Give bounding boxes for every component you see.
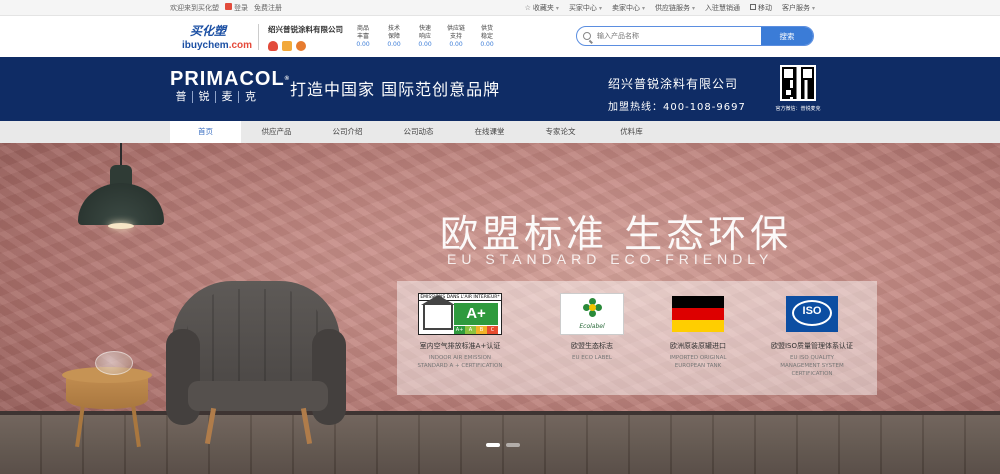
search-input[interactable] [597,27,761,45]
nav-item[interactable]: 专家论文 [525,121,596,143]
login-link[interactable]: 登录 [225,3,248,13]
company-name[interactable]: 绍兴普锐涂料有限公司 [268,24,343,35]
hero-slider: 欧盟标准 生态环保 EU STANDARD ECO-FRIENDLY ÉMISS… [0,143,1000,474]
aplus-icon: ÉMISSIONS DANS L'AIR INTÉRIEUR* A+ A+ A … [418,293,502,335]
stat-item: 供应链 支持 0.00 [446,25,465,48]
slider-dot[interactable] [506,443,520,447]
envelope-badge-icon [282,41,292,51]
logo-en: ibuychem.com [182,40,253,51]
company-stats: 商品 丰富 0.00 技术 保障 0.00 快速 响应 0.00 供应链 支持 0.00 供货 稳定 0.0… [352,25,498,49]
search-icon [577,27,597,45]
top-menu-item[interactable]: 入驻慧销通 [705,3,740,13]
hero-title: 欧盟标准 生态环保 [440,212,793,256]
shield-badge-icon [268,41,278,51]
divider [258,24,259,50]
cert-aplus: ÉMISSIONS DANS L'AIR INTÉRIEUR* A+ A+ A … [417,293,503,369]
nav-item[interactable]: 在线课堂 [454,121,525,143]
stat-item: 技术 保障 0.00 [387,25,401,48]
iso-icon: ISO [786,296,838,332]
cert-iso: ISO 欧盟ISO质量管理体系认证 EU ISO QUALITY MANAGEME… [757,293,867,378]
top-menu-item[interactable]: ☆ 收藏夹 ▾ [525,3,559,13]
top-menu-item[interactable]: 供应链服务 ▾ [655,3,695,13]
cert-ecolabel: Ecolabel 欧盟生态标志 EU ECO LABEL [537,293,647,362]
top-menu-item[interactable]: 移动 [749,3,772,13]
contact-block: 绍兴普锐涂料有限公司 加盟热线：400-108-9697 [608,75,746,113]
brand-en: PRIMACOL [170,68,285,90]
slider-dots [486,443,520,447]
cert-import: 欧洲原装原罐进口 IMPORTED ORIGINAL EUROPEAN TANK [643,293,753,370]
site-header: 买化塑 ibuychem.com 绍兴普锐涂料有限公司 商品 丰富 0.00 技术 保障… [0,16,1000,57]
stat-item: 商品 丰富 0.00 [356,25,370,48]
search-bar: 搜索 [576,26,814,46]
login-icon [225,3,232,10]
chevron-down-icon: ▾ [811,5,815,12]
certification-panel: ÉMISSIONS DANS L'AIR INTÉRIEUR* A+ A+ A … [397,281,877,395]
welcome-text: 欢迎来到买化塑 [170,4,219,12]
german-flag-icon [672,296,724,332]
top-menu-item[interactable]: 买家中心 ▾ [569,3,602,13]
chevron-down-icon: ▾ [691,5,695,12]
top-menu-item[interactable]: 卖家中心 ▾ [612,3,645,13]
top-menu-item[interactable]: 客户服务 ▾ [782,3,815,13]
nav-item[interactable]: 首页 [170,121,241,143]
mobile-icon [749,4,756,10]
qr-code-icon [780,65,816,101]
medal-badge-icon [296,41,306,51]
brand-logo: PRIMACOL® 普锐麦克 [170,68,291,103]
nav-item[interactable]: 公司介绍 [312,121,383,143]
register-link[interactable]: 免费注册 [254,3,282,13]
company-block: 绍兴普锐涂料有限公司 [268,24,343,51]
banner-company-name: 绍兴普锐涂料有限公司 [608,77,739,91]
search-button[interactable]: 搜索 [761,27,813,45]
glass-vase [95,351,133,375]
chevron-down-icon: ▾ [641,5,645,12]
shop-nav: 首页 供应产品 公司介绍 公司动态 在线课堂 专家论文 优料库 [0,121,1000,143]
top-right-menu: ☆ 收藏夹 ▾ 买家中心 ▾ 卖家中心 ▾ 供应链服务 ▾ 入驻慧销通 移动 客户服务 ▾ [525,3,815,13]
hero-subtitle: EU STANDARD ECO-FRIENDLY [447,251,774,267]
nav-item[interactable]: 供应产品 [241,121,312,143]
nav-item[interactable]: 公司动态 [383,121,454,143]
brand-cn: 普锐麦克 [170,91,290,103]
stat-item: 快速 响应 0.00 [418,25,432,48]
site-logo[interactable]: 买化塑 ibuychem.com [182,22,252,52]
nav-item[interactable]: 优料库 [596,121,667,143]
stat-item: 供货 稳定 0.00 [480,25,494,48]
chevron-down-icon: ▾ [598,5,602,12]
chevron-down-icon: ▾ [555,5,559,12]
hotline: 加盟热线：400-108-9697 [608,102,746,113]
star-icon: ☆ [524,4,531,12]
slider-dot[interactable] [486,443,500,447]
shop-banner: PRIMACOL® 普锐麦克 打造中国家 国际范创意品牌 绍兴普锐涂料有限公司 … [0,57,1000,121]
brand-slogan: 打造中国家 国际范创意品牌 [290,80,501,99]
ecolabel-icon: Ecolabel [560,293,624,335]
top-bar: 欢迎来到买化塑 登录 免费注册 ☆ 收藏夹 ▾ 买家中心 ▾ 卖家中心 ▾ 供应链服务 ▾ 入驻慧… [0,0,1000,16]
qr-caption: 官方微信：普锐麦克 [775,106,821,112]
logo-cn: 买化塑 [190,24,227,38]
